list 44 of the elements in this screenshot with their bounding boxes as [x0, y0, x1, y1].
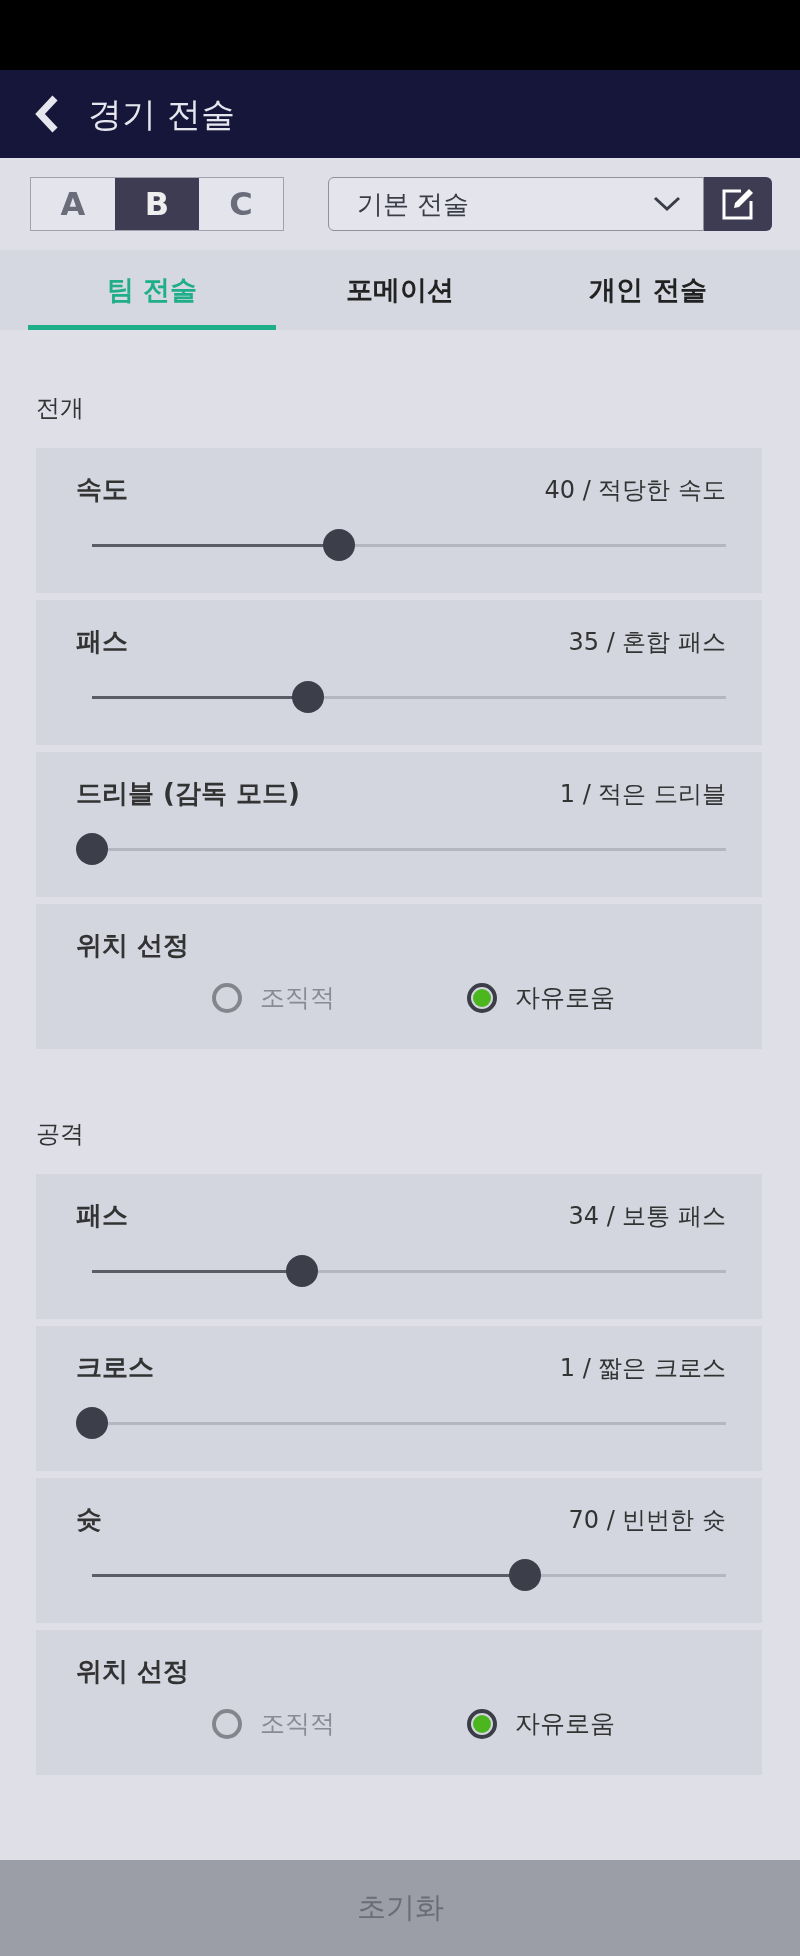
setting-label: 드리블 (감독 모드) [76, 777, 300, 810]
slider-thumb[interactable] [286, 1255, 319, 1287]
slot-tab[interactable]: A [31, 178, 115, 230]
preset-dropdown[interactable]: 기본 전술 [328, 177, 704, 231]
slider[interactable] [76, 833, 726, 865]
setting-value: 70 / 빈번한 슛 [568, 1504, 726, 1536]
screen-title: 경기 전술 [88, 92, 235, 136]
setting-label: 크로스 [76, 1351, 154, 1384]
tab[interactable]: 포메이션 [276, 250, 524, 330]
slot-tab[interactable]: B [115, 178, 199, 230]
setting-label: 패스 [76, 625, 128, 658]
setting-label: 패스 [76, 1199, 128, 1232]
setting-value: 35 / 혼합 패스 [568, 626, 726, 658]
slider-thumb[interactable] [292, 681, 325, 713]
slider-thumb[interactable] [323, 529, 356, 561]
setting-value: 1 / 적은 드리블 [559, 778, 726, 810]
setting-label: 슛 [76, 1503, 102, 1536]
option-label: 자유로움 [515, 1708, 615, 1740]
preset-value: 기본 전술 [357, 187, 470, 221]
radio-button[interactable] [212, 1708, 242, 1739]
radio-button[interactable] [467, 982, 497, 1013]
edit-button[interactable] [704, 177, 772, 231]
chevron-down-icon [653, 196, 681, 212]
back-icon[interactable] [34, 95, 60, 133]
setting-label: 위치 선정 [76, 1655, 191, 1688]
setting-label: 속도 [76, 473, 128, 506]
slider-thumb[interactable] [76, 833, 108, 865]
option-label: 조직적 [260, 982, 335, 1014]
tab[interactable]: 개인 전술 [524, 250, 772, 330]
radio-button[interactable] [467, 1708, 497, 1739]
edit-icon [721, 187, 755, 221]
radio-button[interactable] [212, 982, 242, 1013]
slider-thumb[interactable] [508, 1559, 541, 1591]
section-title: 전개 [36, 393, 85, 424]
section-title: 공격 [36, 1119, 85, 1150]
slot-tab[interactable]: C [199, 178, 283, 230]
option-label: 자유로움 [515, 982, 615, 1014]
setting-value: 40 / 적당한 속도 [544, 474, 726, 506]
slider[interactable] [76, 1407, 726, 1439]
option-label: 조직적 [260, 1708, 335, 1740]
setting-label: 위치 선정 [76, 929, 191, 962]
setting-value: 1 / 짧은 크로스 [559, 1352, 726, 1384]
slider-thumb[interactable] [76, 1407, 108, 1439]
setting-value: 34 / 보통 패스 [568, 1200, 726, 1232]
